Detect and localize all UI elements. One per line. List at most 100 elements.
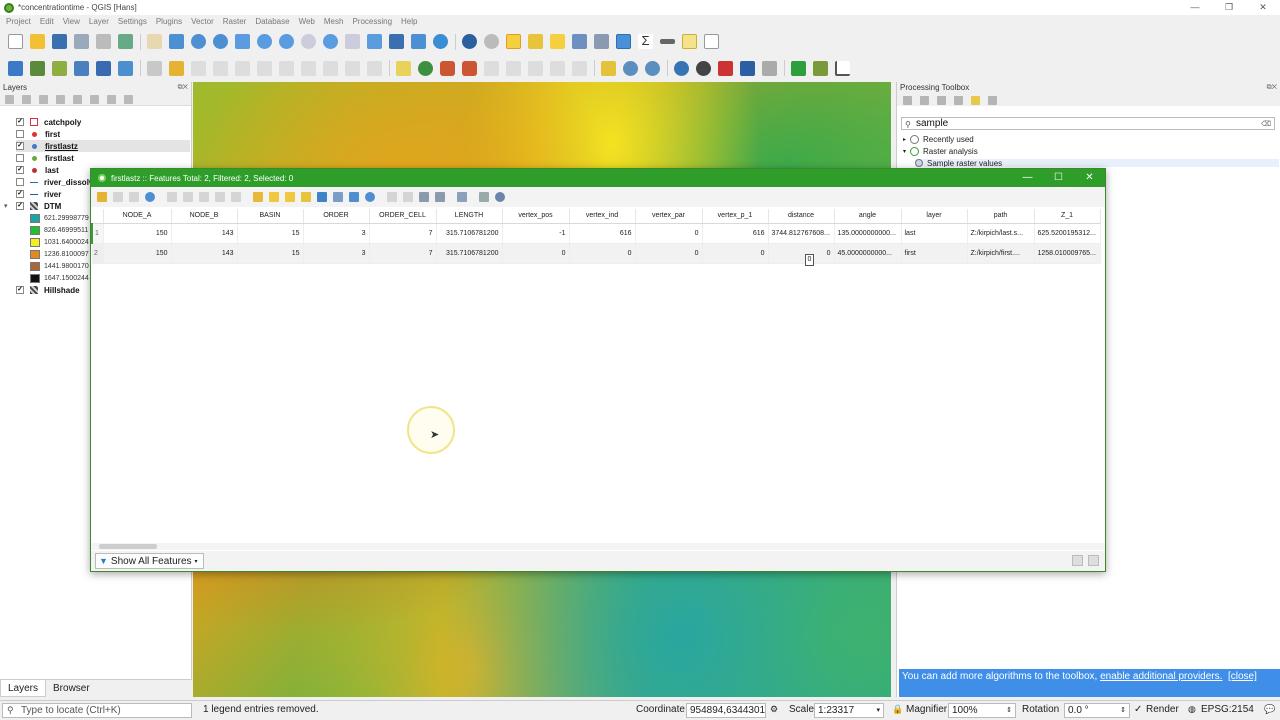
profile-tool-icon[interactable] <box>835 60 850 76</box>
table-cell[interactable]: 0 <box>502 243 570 264</box>
copy-features-icon[interactable] <box>301 60 316 76</box>
table-cell[interactable]: 0 <box>569 243 636 264</box>
table-cell[interactable]: Z:/kirpich/first.... <box>967 243 1035 264</box>
identify-icon[interactable] <box>462 34 477 49</box>
table-cell[interactable]: 150 <box>103 223 172 244</box>
style-manager-icon[interactable] <box>118 34 133 49</box>
close-info-link[interactable]: [close] <box>1228 671 1257 682</box>
layer-item-river[interactable]: ✓ river <box>16 188 61 200</box>
layer-checkbox[interactable] <box>16 178 24 186</box>
layer-item-last[interactable]: ✓ last <box>16 164 59 176</box>
column-header[interactable]: NODE_B <box>171 209 238 224</box>
table-cell[interactable]: 625.5200195312... <box>1034 223 1101 244</box>
column-header[interactable]: vertex_ind <box>569 209 636 224</box>
zoom-layer-icon[interactable] <box>279 34 294 49</box>
new-project-icon[interactable] <box>8 34 23 49</box>
options-icon[interactable] <box>988 95 997 105</box>
menu-settings[interactable]: Settings <box>118 17 147 26</box>
field-calculator-icon[interactable] <box>435 192 445 202</box>
layer-item-first[interactable]: first <box>16 128 60 140</box>
table-cell[interactable]: first <box>901 243 968 264</box>
menu-layer[interactable]: Layer <box>89 17 109 26</box>
tree-item-recently-used[interactable]: ▸ Recently used <box>903 135 974 144</box>
statistical-summary-icon[interactable]: Σ <box>638 34 653 49</box>
filter-expression-icon[interactable] <box>73 95 82 104</box>
column-header[interactable]: vertex_par <box>635 209 703 224</box>
column-header[interactable]: angle <box>834 209 902 224</box>
layer-checkbox[interactable]: ✓ <box>16 202 24 210</box>
layer-item-dtm[interactable]: ✓ DTM <box>16 200 61 212</box>
table-cell[interactable]: 315.7106781200 <box>436 223 503 244</box>
minimize-button[interactable]: — <box>1178 0 1212 15</box>
redo-icon[interactable] <box>367 60 382 76</box>
column-header[interactable]: Z_1 <box>1034 209 1101 224</box>
select-features-icon[interactable] <box>506 34 521 49</box>
menu-web[interactable]: Web <box>299 17 315 26</box>
refresh-icon[interactable] <box>433 34 448 49</box>
column-header[interactable]: ORDER_CELL <box>369 209 437 224</box>
new-field-icon[interactable] <box>387 192 397 202</box>
undo-icon[interactable] <box>345 60 360 76</box>
menu-raster[interactable]: Raster <box>223 17 247 26</box>
dialog-minimize-button[interactable]: — <box>1012 169 1043 187</box>
table-cell[interactable]: 616 <box>702 223 769 244</box>
row-header[interactable]: 1 <box>91 223 104 244</box>
locator-input[interactable]: ⚲ Type to locate (Ctrl+K) <box>2 703 192 718</box>
results-viewer-icon[interactable] <box>954 95 963 105</box>
horizontal-scrollbar[interactable] <box>91 543 1105 550</box>
column-header[interactable]: vertex_p_1 <box>702 209 769 224</box>
table-row[interactable]: 2 150 143 15 3 7 315.7106781200 0 0 0 0 … <box>92 243 1101 264</box>
delete-field-icon[interactable] <box>403 192 413 202</box>
new-virtual-layer-icon[interactable] <box>118 60 133 76</box>
new-bookmark-icon[interactable] <box>389 34 404 49</box>
layer-item-hillshade[interactable]: ✓ Hillshade <box>16 284 80 296</box>
layer-checkbox[interactable] <box>16 130 24 138</box>
move-label-icon[interactable] <box>484 60 499 76</box>
zoom-last-icon[interactable] <box>323 34 338 49</box>
column-header[interactable]: path <box>967 209 1035 224</box>
reload-icon[interactable] <box>145 192 155 202</box>
menu-help[interactable]: Help <box>401 17 417 26</box>
expand-arrow-icon[interactable]: ▸ <box>903 136 906 143</box>
layer-checkbox[interactable] <box>16 154 24 162</box>
layer-checkbox[interactable]: ✓ <box>16 142 24 150</box>
toggle-editing-icon[interactable] <box>169 60 184 76</box>
table-cell[interactable]: 3744.812767608... <box>768 223 835 244</box>
move-selection-top-icon[interactable] <box>333 192 343 202</box>
zoom-native-icon[interactable] <box>301 34 316 49</box>
dialog-maximize-button[interactable]: ☐ <box>1043 169 1074 187</box>
render-checkbox[interactable]: ✓ <box>1134 704 1142 715</box>
layer-checkbox[interactable]: ✓ <box>16 190 24 198</box>
table-cell[interactable]: 45.0000000000... <box>834 243 902 264</box>
restore-button[interactable]: ❐ <box>1212 0 1246 15</box>
open-project-icon[interactable] <box>30 34 45 49</box>
table-cell[interactable]: 15 <box>237 243 304 264</box>
measure-icon[interactable] <box>660 39 675 44</box>
zoom-in-icon[interactable] <box>191 34 206 49</box>
column-header[interactable]: NODE_A <box>103 209 172 224</box>
zoom-next-icon[interactable] <box>345 34 360 49</box>
layer-checkbox[interactable]: ✓ <box>16 166 24 174</box>
layer-item-firstlast[interactable]: firstlast <box>16 152 74 164</box>
layer-item-catchpoly[interactable]: ✓ catchpoly <box>16 116 81 128</box>
text-annotation-icon[interactable] <box>704 34 719 49</box>
column-header[interactable]: layer <box>901 209 968 224</box>
delete-feature-icon[interactable] <box>183 192 193 202</box>
table-cell[interactable]: 150 <box>103 243 172 264</box>
select-by-expression-icon[interactable] <box>253 192 263 202</box>
print-layout-icon[interactable] <box>96 34 111 49</box>
panel-close-icon[interactable]: ⧉✕ <box>1267 82 1277 94</box>
map-tips-icon[interactable] <box>682 34 697 49</box>
layer-item-river-dissolve[interactable]: river_dissolve <box>16 176 98 188</box>
messages-icon[interactable]: 💬 <box>1264 704 1275 715</box>
multi-edit-icon[interactable] <box>113 192 123 202</box>
pan-icon[interactable] <box>147 34 162 49</box>
processing-toolbox-icon[interactable] <box>616 34 631 49</box>
form-view-icon[interactable] <box>1072 555 1083 566</box>
pin-labels-icon[interactable] <box>418 60 433 76</box>
collapse-all-icon[interactable] <box>107 95 116 104</box>
new-temp-layer-icon[interactable] <box>74 60 89 76</box>
layer-checkbox[interactable]: ✓ <box>16 286 24 294</box>
paste-features-icon[interactable] <box>323 60 338 76</box>
table-row[interactable]: 1 150 143 15 3 7 315.7106781200 -1 616 0… <box>91 223 1101 244</box>
